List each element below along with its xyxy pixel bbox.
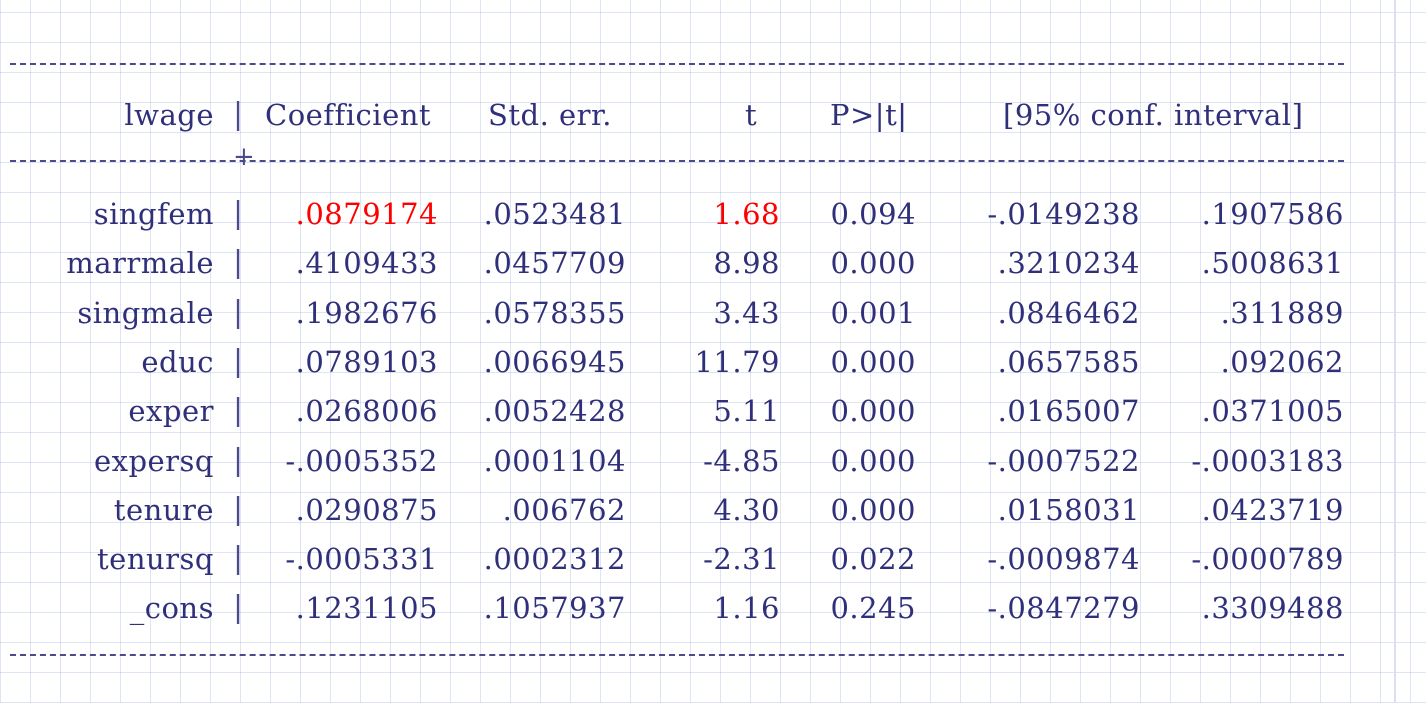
- cell-p: 0.000: [830, 344, 916, 379]
- cell-t: 5.11: [713, 394, 780, 429]
- cell-coefficient: .0290875: [295, 492, 438, 527]
- cell-t: 11.79: [694, 344, 780, 379]
- header-coefficient: Coefficient: [265, 98, 432, 132]
- cell-ci-upper: -.0003183: [1191, 443, 1344, 478]
- table-header: lwage | Coefficient Std. err. t P>|t| [9…: [0, 90, 1426, 140]
- cell-ci-upper: .0371005: [1201, 394, 1344, 429]
- cell-std-err: .0457709: [483, 246, 626, 281]
- cell-variable: singfem: [93, 197, 214, 231]
- table-row: marrmale | .4109433 .0457709 8.98 0.000 .32102…: [0, 238, 1426, 288]
- cell-variable: singmale: [77, 295, 214, 330]
- cell-t: -4.85: [703, 443, 780, 478]
- cell-std-err: .0052428: [483, 394, 626, 429]
- column-separator: |: [233, 590, 244, 626]
- column-separator: |: [233, 245, 244, 281]
- rule-junction: +: [233, 142, 255, 172]
- cell-coefficient: .1982676: [295, 295, 438, 330]
- column-separator: |: [233, 196, 244, 231]
- column-separator: |: [233, 97, 244, 132]
- cell-ci-lower: -.0149238: [987, 197, 1140, 231]
- top-rule: [10, 63, 1344, 65]
- column-separator: |: [233, 343, 244, 379]
- cell-coefficient: .0268006: [295, 394, 438, 429]
- cell-ci-upper: .311889: [1220, 295, 1344, 330]
- cell-t: 8.98: [713, 246, 780, 281]
- bottom-rule: [10, 654, 1344, 656]
- cell-std-err: .0002312: [483, 542, 626, 577]
- cell-std-err: .0578355: [483, 295, 626, 330]
- table-row: singmale | .1982676 .0578355 3.43 0.001 .08464…: [0, 288, 1426, 338]
- table-row: tenure | .0290875 .006762 4.30 0.000 .0158031.…: [0, 485, 1426, 535]
- cell-p: 0.000: [830, 394, 916, 429]
- cell-variable: exper: [128, 394, 214, 429]
- cell-variable: tenursq: [97, 542, 214, 577]
- cell-ci-lower: .3210234: [997, 246, 1140, 281]
- column-separator: |: [233, 294, 244, 330]
- cell-t: 4.30: [713, 492, 780, 527]
- header-conf-interval: [95% conf. interval]: [1003, 98, 1304, 132]
- table-row: tenursq | -.0005331 .0002312 -2.31 0.022 -.000…: [0, 534, 1426, 584]
- cell-coefficient: -.0005352: [285, 443, 438, 478]
- cell-p: 0.000: [830, 492, 916, 527]
- cell-coefficient: .4109433: [295, 246, 438, 281]
- column-separator: |: [233, 491, 244, 527]
- header-std-err: Std. err.: [488, 98, 612, 132]
- column-separator: |: [233, 393, 244, 429]
- cell-variable: _cons: [129, 591, 214, 626]
- column-separator: |: [233, 442, 244, 478]
- table-row: singfem | .0879174 .0523481 1.68 0.094 -.01492…: [0, 189, 1426, 239]
- cell-coefficient: .0879174: [295, 197, 438, 231]
- table-row: exper | .0268006 .0052428 5.11 0.000 .0165007.…: [0, 386, 1426, 436]
- cell-ci-lower: .0165007: [997, 394, 1140, 429]
- cell-p: 0.245: [830, 591, 916, 626]
- cell-ci-upper: .1907586: [1201, 197, 1344, 231]
- cell-ci-upper: .0423719: [1201, 492, 1344, 527]
- cell-ci-lower: -.0009874: [987, 542, 1140, 577]
- cell-t: -2.31: [703, 542, 780, 577]
- header-var: lwage: [124, 98, 214, 132]
- cell-coefficient: .0789103: [295, 344, 438, 379]
- cell-ci-upper: .5008631: [1201, 246, 1344, 281]
- cell-std-err: .006762: [502, 492, 626, 527]
- cell-ci-lower: -.0007522: [987, 443, 1140, 478]
- cell-t: 1.16: [713, 591, 780, 626]
- cell-ci-lower: .0657585: [997, 344, 1140, 379]
- column-separator: |: [233, 541, 244, 577]
- header-t: t: [745, 98, 758, 132]
- cell-std-err: .1057937: [483, 591, 626, 626]
- cell-variable: tenure: [113, 492, 214, 527]
- cell-variable: expersq: [93, 443, 214, 478]
- table-row: expersq | -.0005352 .0001104 -4.85 0.000 -.000…: [0, 436, 1426, 486]
- cell-p: 0.022: [830, 542, 916, 577]
- cell-variable: marrmale: [66, 246, 214, 281]
- cell-std-err: .0066945: [483, 344, 626, 379]
- table-row: educ | .0789103 .0066945 11.79 0.000 .0657585.…: [0, 337, 1426, 387]
- cell-p: 0.000: [830, 246, 916, 281]
- cell-std-err: .0523481: [483, 197, 626, 231]
- cell-coefficient: .1231105: [295, 591, 438, 626]
- cell-ci-lower: .0846462: [997, 295, 1140, 330]
- cell-t: 1.68: [713, 197, 780, 231]
- cell-ci-upper: .3309488: [1201, 591, 1344, 626]
- cell-ci-lower: .0158031: [997, 492, 1140, 527]
- cell-ci-upper: -.0000789: [1191, 542, 1344, 577]
- cell-p: 0.094: [830, 197, 916, 231]
- header-p: P>|t|: [830, 98, 908, 132]
- table-row: _cons | .1231105 .1057937 1.16 0.245 -.0847279…: [0, 583, 1426, 633]
- header-rule: [10, 160, 1344, 162]
- cell-ci-lower: -.0847279: [987, 591, 1140, 626]
- cell-p: 0.000: [830, 443, 916, 478]
- cell-ci-upper: .092062: [1220, 344, 1344, 379]
- cell-std-err: .0001104: [483, 443, 626, 478]
- cell-t: 3.43: [713, 295, 780, 330]
- cell-coefficient: -.0005331: [285, 542, 438, 577]
- cell-p: 0.001: [830, 295, 916, 330]
- cell-variable: educ: [141, 344, 214, 379]
